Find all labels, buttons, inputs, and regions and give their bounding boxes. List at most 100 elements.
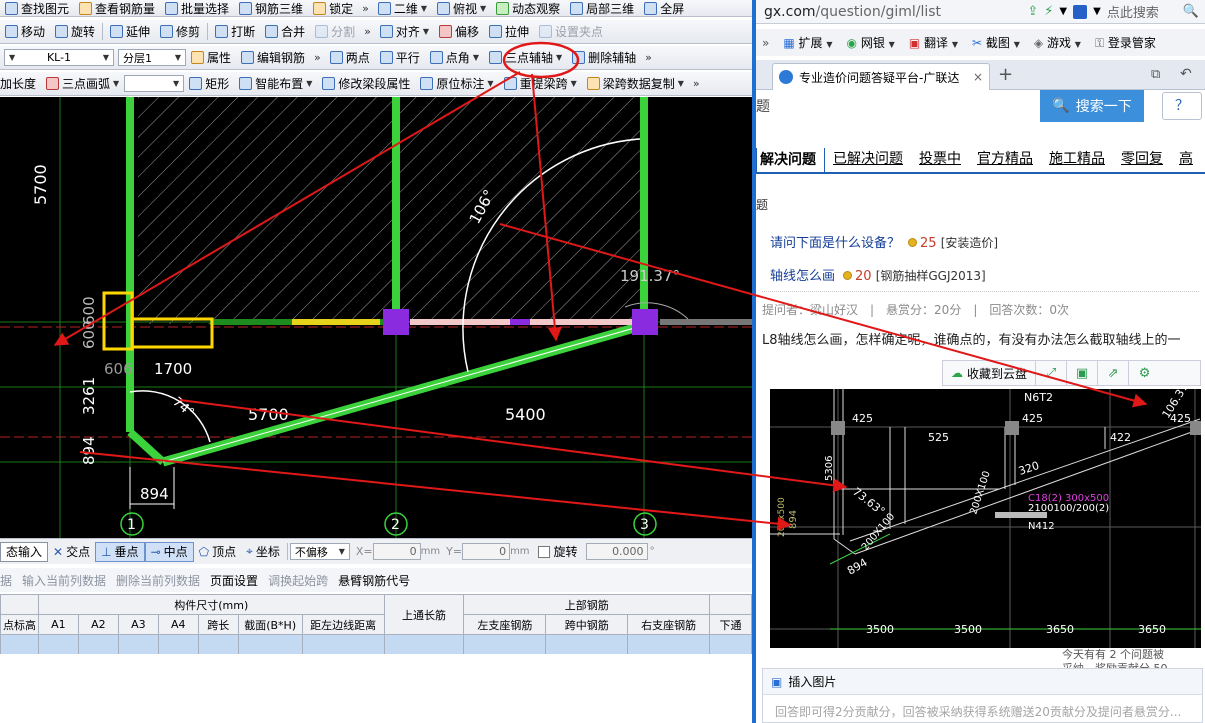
cantilever-rebar-code-button[interactable]: 悬臂钢筋代号 xyxy=(338,572,410,589)
save-icon[interactable]: ▣ xyxy=(1067,361,1099,385)
tab-zero-reply[interactable]: 零回复 xyxy=(1113,148,1171,172)
span-copy-dropdown[interactable]: 梁跨数据复制 ▼ xyxy=(582,72,689,95)
extend-button[interactable]: 延伸 xyxy=(105,20,155,43)
fullscreen-button[interactable]: 全屏 xyxy=(639,0,689,16)
y-coordinate-input[interactable]: 0 xyxy=(462,543,511,560)
tab-list-icon[interactable]: ⧉ xyxy=(1151,67,1160,82)
list-item[interactable]: 轴线怎么画 20 [钢筋抽样GGJ2013] xyxy=(770,265,986,284)
insert-column-data-button[interactable]: 输入当前列数据 xyxy=(22,572,106,589)
smart-layout-dropdown[interactable]: 智能布置 ▼ xyxy=(234,72,317,95)
original-mark-dropdown[interactable]: 原位标注 ▼ xyxy=(415,72,498,95)
question-tag[interactable]: [钢筋抽样GGJ2013] xyxy=(876,269,986,283)
view-direction-dropdown[interactable]: 俯视 ▼ xyxy=(432,0,491,16)
tab-unsolved[interactable]: 解决问题 xyxy=(756,148,825,172)
favbar-more-icon[interactable]: » xyxy=(762,36,769,50)
offset-mode-select[interactable]: 不偏移 ▼ xyxy=(289,543,350,560)
expand-icon[interactable]: ⤢ xyxy=(1036,361,1068,385)
merge-button[interactable]: 合并 xyxy=(260,20,310,43)
snap-intersection-toggle[interactable]: ✕ 交点 xyxy=(48,539,95,564)
delete-aux-button[interactable]: 删除辅轴 xyxy=(567,46,641,69)
align-dropdown[interactable]: 对齐 ▼ xyxy=(375,20,434,43)
table-tool-data[interactable]: 据 xyxy=(0,572,12,589)
find-element-button[interactable]: 查找图元 xyxy=(0,0,74,16)
chevron-down-icon[interactable]: ▼ xyxy=(1059,6,1067,17)
arc-dropdown[interactable]: 三点画弧 ▼ xyxy=(41,72,124,95)
rectangle-button[interactable]: 矩形 xyxy=(184,72,234,95)
snap-midpoint-toggle[interactable]: ⊸ 中点 xyxy=(144,541,194,562)
fav-item-translate[interactable]: ▣ 翻译 ▼ xyxy=(909,34,958,51)
edit-rebar-button[interactable]: 编辑钢筋 xyxy=(236,46,310,69)
delete-column-data-button[interactable]: 删除当前列数据 xyxy=(116,572,200,589)
fav-item-games[interactable]: ◈ 游戏 ▼ xyxy=(1034,34,1081,51)
share-icon[interactable]: ⇪ xyxy=(1027,4,1038,19)
new-tab-icon[interactable]: + xyxy=(998,64,1013,85)
toolbar-more-chevron-icon[interactable]: » xyxy=(310,51,325,64)
address-bar[interactable]: gx.com/question/giml/list ⇪ ⚡ ▼ ▼ 点此搜索 🔍 xyxy=(756,0,1205,24)
browser-tab-active[interactable]: 专业造价问题答疑平台-广联达 × xyxy=(772,63,990,90)
parallel-axis-button[interactable]: 平行 xyxy=(375,46,425,69)
modify-span-attr-button[interactable]: 修改梁段属性 xyxy=(317,72,415,95)
toolbar-more-chevron-icon[interactable]: » xyxy=(358,2,373,15)
question-tag[interactable]: [安装造价] xyxy=(941,236,998,250)
offset-button[interactable]: 偏移 xyxy=(434,20,484,43)
three-point-aux-button[interactable]: 三点辅轴 ▼ xyxy=(484,46,567,69)
fav-item-screenshot[interactable]: ✂ 截图 ▼ xyxy=(972,34,1020,51)
snap-vertex-toggle[interactable]: ⬠ 顶点 xyxy=(194,539,241,564)
x-coordinate-input[interactable]: 0 xyxy=(372,543,421,560)
re-extract-span-dropdown[interactable]: 重提梁跨 ▼ xyxy=(499,72,582,95)
lock-button[interactable]: 锁定 xyxy=(308,0,358,16)
stretch-button[interactable]: 拉伸 xyxy=(484,20,534,43)
swap-start-span-button[interactable]: 调换起始跨 xyxy=(268,572,328,589)
question-title[interactable]: 请问下面是什么设备？ xyxy=(770,236,900,251)
page-setup-button[interactable]: 页面设置 xyxy=(210,572,258,589)
snap-perpendicular-toggle[interactable]: ⊥ 垂点 xyxy=(95,541,145,562)
insert-image-button[interactable]: ▣ 插入图片 xyxy=(763,669,1202,695)
save-to-cloud-button[interactable]: ☁ 收藏到云盘 xyxy=(943,361,1037,385)
rotate-button[interactable]: 旋转 xyxy=(50,20,100,43)
question-image[interactable]: 425 425 425 N6T2 525 422 320 200X100 106… xyxy=(770,389,1201,648)
drawing-canvas[interactable]: 5700 600 600 606 1700 3261 894 894 5700 … xyxy=(0,97,752,538)
list-item[interactable]: 请问下面是什么设备？ 25 [安装造价] xyxy=(770,232,998,251)
rebar-3d-button[interactable]: 钢筋三维 xyxy=(234,0,308,16)
layer-select[interactable]: 分层1 ▼ xyxy=(118,49,186,66)
site-search-input[interactable]: 题 xyxy=(756,96,770,116)
attribute-button[interactable]: 属性 xyxy=(186,46,236,69)
help-button[interactable]: ？ xyxy=(1162,92,1202,120)
dynamic-input-toggle[interactable]: 态输入 xyxy=(0,541,49,562)
dynamic-view-button[interactable]: 动态观察 xyxy=(491,0,565,16)
set-grip-button[interactable]: 设置夹点 xyxy=(534,20,608,43)
question-title[interactable]: 轴线怎么画 xyxy=(770,269,835,284)
toolbar-more-chevron-icon[interactable]: » xyxy=(689,77,704,90)
fav-item-extensions[interactable]: ▦ 扩展 ▼ xyxy=(783,34,832,51)
share-icon[interactable]: ⇗ xyxy=(1098,361,1130,385)
rotate-angle-input[interactable]: 0.000 xyxy=(585,543,648,560)
two-point-axis-button[interactable]: 两点 xyxy=(325,46,375,69)
tab-voting[interactable]: 投票中 xyxy=(911,148,969,172)
fav-item-login-manager[interactable]: ⚿ 登录管家 xyxy=(1095,34,1156,51)
tab-construction[interactable]: 施工精品 xyxy=(1041,148,1113,172)
table-row[interactable] xyxy=(0,634,752,655)
toolbar-more-chevron-icon[interactable]: » xyxy=(641,51,656,64)
trim-button[interactable]: 修剪 xyxy=(155,20,205,43)
tab-close-icon[interactable]: × xyxy=(973,70,983,84)
break-button[interactable]: 打断 xyxy=(210,20,260,43)
lightning-icon[interactable]: ⚡ xyxy=(1044,4,1053,19)
engine-chevron-icon[interactable]: ▼ xyxy=(1093,6,1101,17)
move-button[interactable]: 移动 xyxy=(0,20,50,43)
browser-search-input[interactable]: 点此搜索 xyxy=(1107,2,1177,21)
search-icon[interactable]: 🔍 xyxy=(1183,4,1199,19)
tab-official[interactable]: 官方精品 xyxy=(969,148,1041,172)
arc-options-select[interactable]: ▼ xyxy=(124,75,185,92)
rotate-checkbox[interactable] xyxy=(537,545,550,558)
tab-solved[interactable]: 已解决问题 xyxy=(825,148,911,172)
fav-item-banking[interactable]: ◉ 网银 ▼ xyxy=(847,34,895,51)
settings-gear-icon[interactable]: ⚙ xyxy=(1129,361,1160,385)
site-search-button[interactable]: 🔍 搜索一下 xyxy=(1040,90,1144,122)
answer-textarea[interactable]: 回答即可得2分贡献分，回答被采纳获得系统赠送20贡献分及提问者悬赏分... xyxy=(775,703,1181,720)
toolbar-more-chevron-icon[interactable]: » xyxy=(360,25,375,38)
tab-high[interactable]: 高 xyxy=(1171,148,1201,172)
local-3d-button[interactable]: 局部三维 xyxy=(565,0,639,16)
split-button[interactable]: 分割 xyxy=(310,20,360,43)
point-angle-axis-button[interactable]: 点角 ▼ xyxy=(425,46,484,69)
batch-select-button[interactable]: 批量选择 xyxy=(160,0,234,16)
